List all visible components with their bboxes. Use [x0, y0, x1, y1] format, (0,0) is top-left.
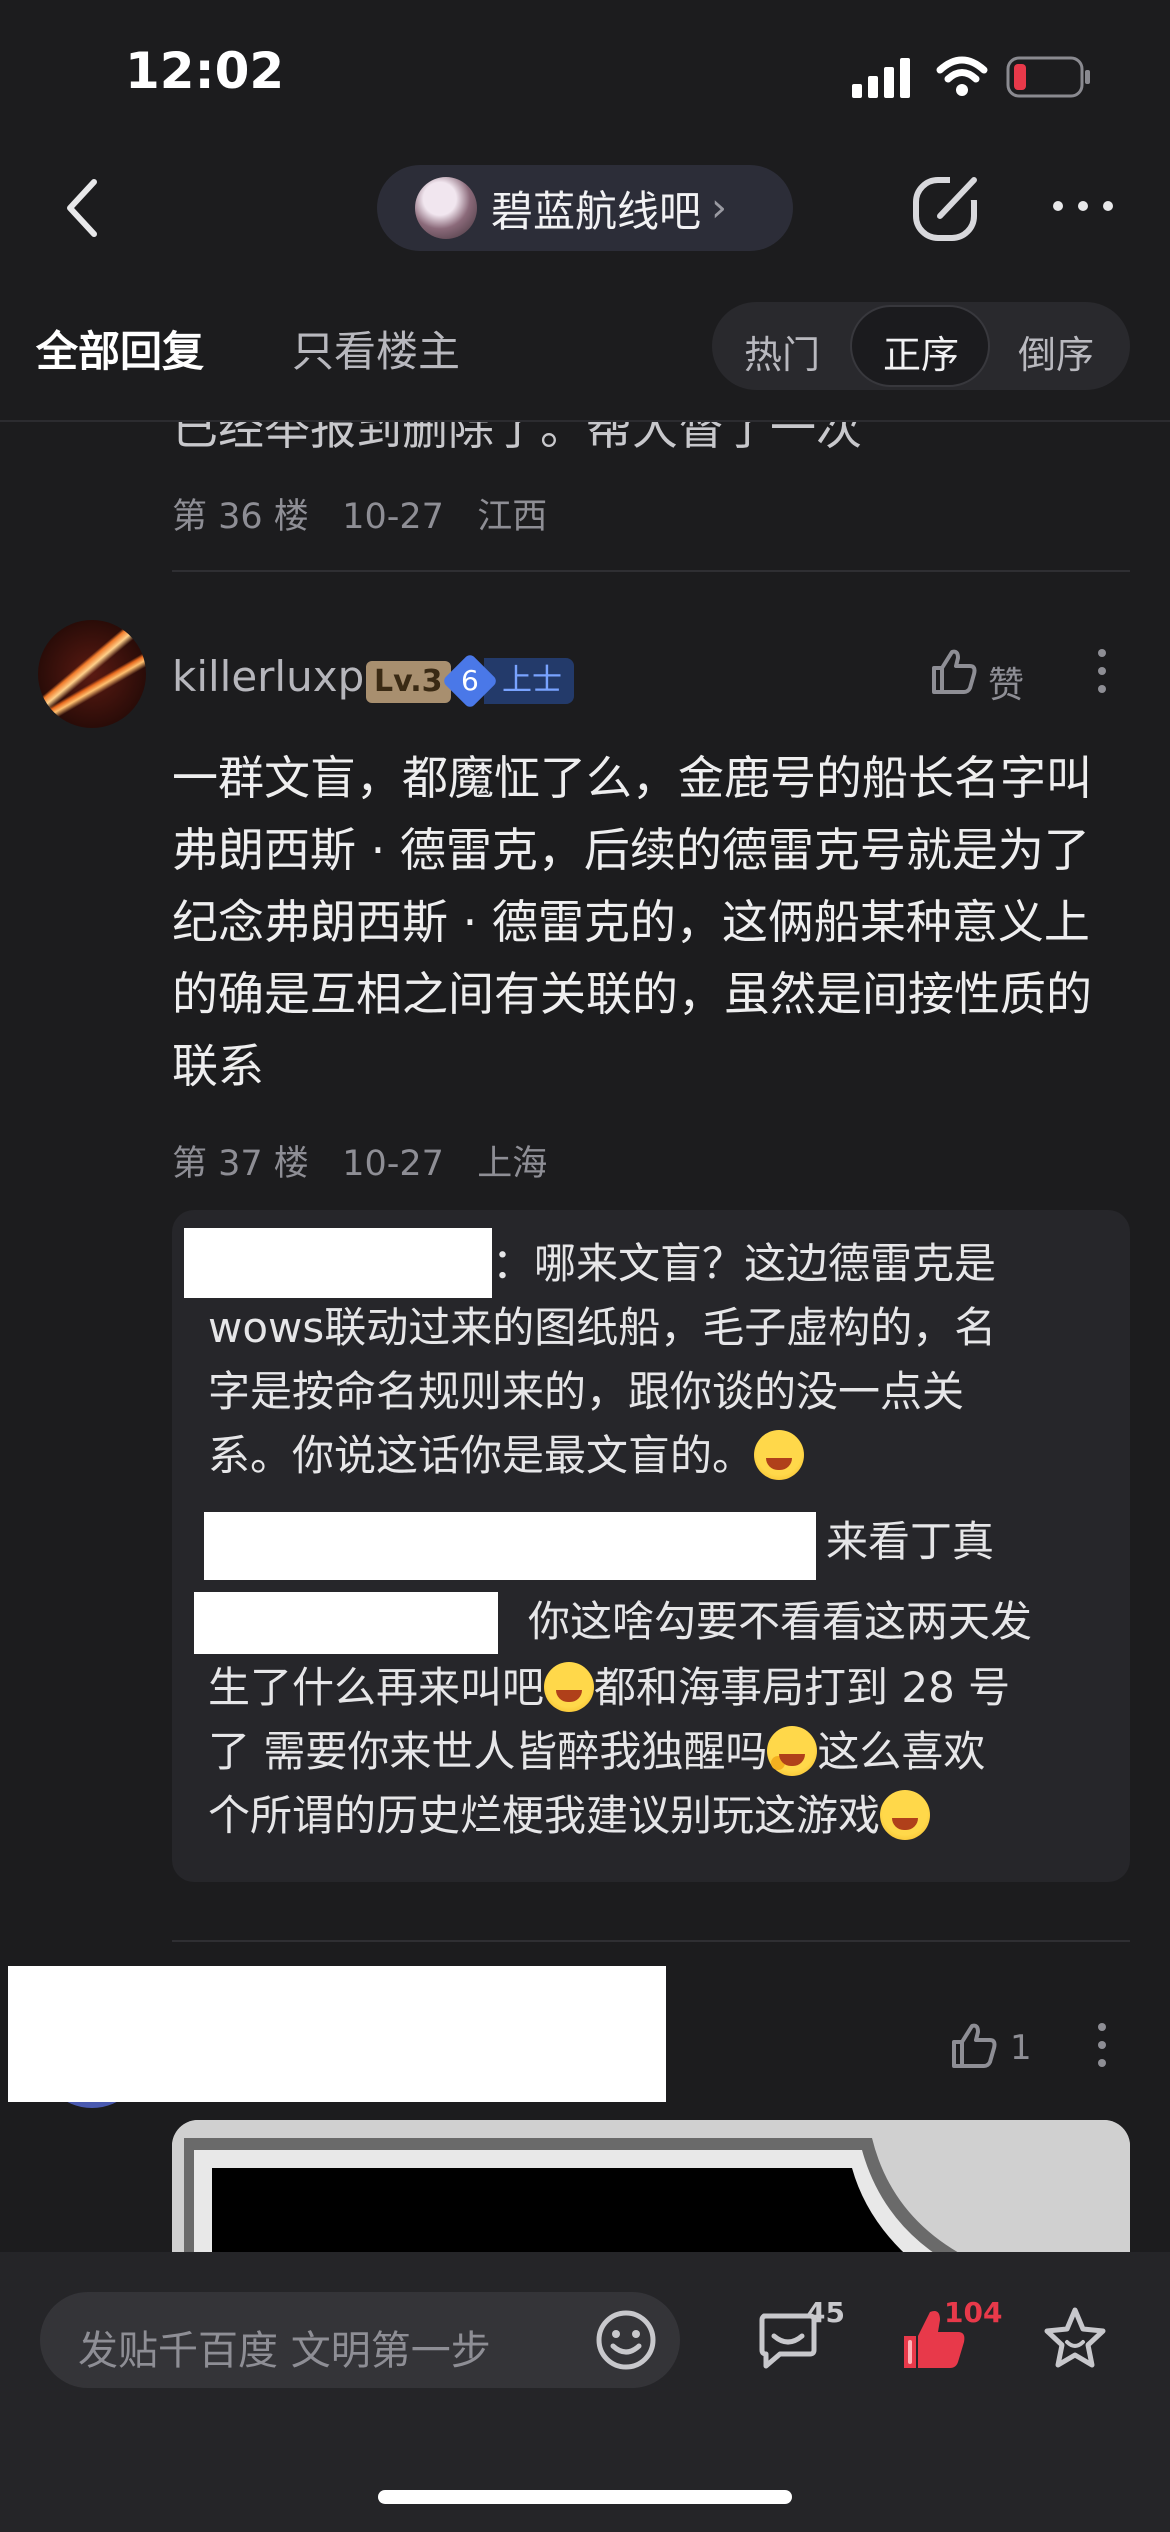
reply-1-line-3: 字是按命名规则来的，跟你谈的没一点关	[208, 1367, 965, 1416]
reply-1-line-4: 系。你说这话你是最文盲的。	[208, 1424, 805, 1488]
emoji-laugh	[880, 1790, 931, 1840]
like-label[interactable]: 赞	[988, 656, 1024, 708]
redacted-username	[184, 1228, 492, 1298]
floor-number: 第 36 楼	[172, 497, 309, 537]
post-date: 10-27	[342, 1144, 444, 1184]
username[interactable]: killerluxp	[172, 652, 364, 701]
status-time: 12:02	[125, 42, 285, 100]
avatar[interactable]	[38, 620, 146, 728]
more-icon[interactable]	[1050, 196, 1116, 216]
star-icon[interactable]	[1040, 2304, 1110, 2372]
sort-descending[interactable]: 倒序	[1018, 324, 1094, 379]
post-more-icon[interactable]	[1094, 2022, 1110, 2072]
sort-hot[interactable]: 热门	[744, 324, 820, 379]
rank-title: 上士	[484, 658, 574, 704]
post-more-icon[interactable]	[1094, 648, 1110, 698]
chevron-right-icon: ›	[711, 185, 728, 231]
redacted-user-header	[8, 1966, 666, 2102]
wifi-icon	[936, 56, 988, 96]
post-meta: 第 37 楼 10-27 上海	[172, 1135, 547, 1186]
forum-avatar	[415, 177, 477, 239]
back-icon[interactable]	[64, 178, 100, 238]
battery-icon	[1006, 56, 1090, 98]
emoji-laugh	[544, 1662, 595, 1712]
post-body: 一群文盲，都魔怔了么，金鹿号的船长名字叫弗朗西斯 · 德雷克，后续的德雷克号就是…	[172, 751, 1092, 1093]
compose-placeholder: 发贴千百度 文明第一步	[78, 2328, 491, 2374]
previous-post-partial: 已经举报到删除了。帮大督了一次	[0, 422, 1170, 462]
rank-badge: 6 上士	[441, 652, 574, 710]
post-divider	[172, 570, 1130, 572]
redacted-username	[204, 1512, 816, 1580]
emoji-hug	[767, 1726, 818, 1776]
like-count: 104	[944, 2296, 1003, 2329]
tab-op-only[interactable]: 只看楼主	[292, 318, 460, 379]
previous-post-text: 已经举报到删除了。帮大督了一次	[172, 422, 862, 455]
reply-3-line-2: 生了什么再来叫吧 都和海事局打到 28 号	[208, 1662, 1011, 1712]
like-icon[interactable]	[948, 2020, 998, 2070]
signal-icon	[852, 58, 910, 98]
comment-count: 45	[806, 2296, 845, 2329]
emoji-sweat	[754, 1430, 805, 1480]
post-divider	[172, 1940, 1130, 1942]
home-indicator[interactable]	[378, 2490, 792, 2504]
reply-2-text: 来看丁真	[826, 1517, 995, 1566]
reply-3-line-3: 了 需要你来世人皆醉我独醒吗 这么喜欢	[208, 1726, 986, 1776]
forum-pill[interactable]: 碧蓝航线吧 ›	[377, 165, 793, 251]
share-icon[interactable]	[910, 170, 984, 244]
post-date: 10-27	[342, 497, 444, 537]
floor-number: 第 37 楼	[172, 1144, 309, 1184]
post-location: 上海	[477, 1144, 548, 1184]
reply-1-line-2: wows联动过来的图纸船，毛子虚构的，名	[208, 1303, 997, 1352]
reply-3-line-4: 个所谓的历史烂梗我建议别玩这游戏	[208, 1784, 931, 1848]
reply-3-line-1: 你这啥勾要不看看这两天发	[528, 1597, 1033, 1646]
post-location: 江西	[477, 497, 548, 537]
reply-1-line-1: ：哪来文盲？这边德雷克是	[492, 1239, 997, 1288]
sort-ascending[interactable]: 正序	[883, 324, 959, 379]
like-icon[interactable]	[928, 646, 978, 696]
emoji-icon[interactable]	[594, 2308, 658, 2372]
redacted-username	[194, 1592, 498, 1654]
tab-all-replies[interactable]: 全部回复	[36, 318, 204, 379]
forum-name: 碧蓝航线吧	[491, 186, 702, 236]
level-badge: Lv.3	[366, 661, 451, 703]
like-count: 1	[1010, 2028, 1032, 2068]
previous-post-meta: 第 36 楼 10-27 江西	[172, 488, 547, 539]
